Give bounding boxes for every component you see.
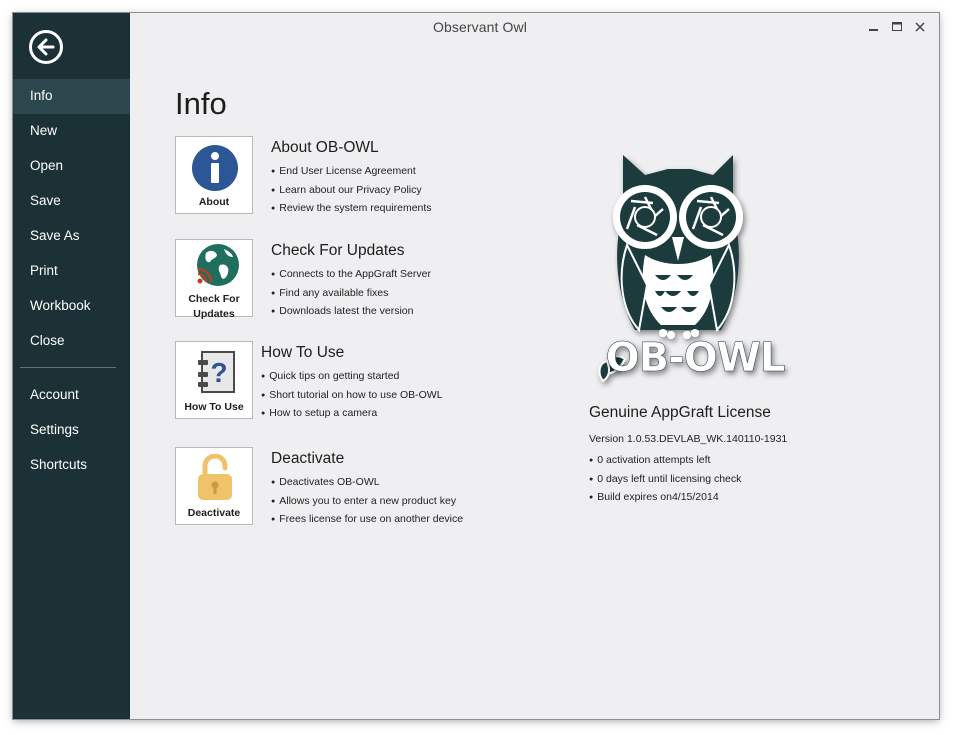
close-window-button[interactable] [908,17,931,37]
list-item: Review the system requirements [271,199,431,218]
info-icon [192,145,238,191]
sidebar-item-save[interactable]: Save [13,184,130,219]
owl-logo-text: OB-OWL [606,335,785,381]
list-item: How to setup a camera [261,404,443,423]
list-item: Deactivates OB-OWL [271,473,463,492]
how-to-use-tile-label: How To Use [184,401,244,413]
how-to-use-tile[interactable]: ? How To Use [175,341,253,419]
list-item: Downloads latest the version [271,302,431,321]
sidebar-item-print[interactable]: Print [13,254,130,289]
page-title: Info [175,86,227,121]
sidebar-item-open[interactable]: Open [13,149,130,184]
check-updates-tile[interactable]: Check For Updates [175,239,253,320]
sidebar-item-info[interactable]: Info [13,79,130,114]
owl-logo-icon: OB-OWL [598,155,786,383]
updates-section-title: Check For Updates [271,242,405,259]
list-item: Quick tips on getting started [261,367,443,386]
version-text: Version 1.0.53.DEVLAB_WK.140110-1931 [589,433,788,445]
list-item: Build expires on4/15/2014 [589,488,741,507]
check-updates-tile-label-line2: Updates [193,308,235,320]
license-bullets: 0 activation attempts left 0 days left u… [589,451,741,507]
backstage-sidebar: Info New Open Save Save As Print Workboo… [13,13,130,719]
about-section-title: About OB-OWL [271,139,379,156]
svg-text:?: ? [210,357,227,388]
list-item: Frees license for use on another device [271,510,463,529]
sidebar-item-save-as[interactable]: Save As [13,219,130,254]
sidebar-item-settings[interactable]: Settings [13,413,130,448]
list-item: 0 activation attempts left [589,451,741,470]
sidebar-item-new[interactable]: New [13,114,130,149]
list-item: Short tutorial on how to use OB-OWL [261,386,442,405]
sidebar-nav: Info New Open Save Save As Print Workboo… [13,79,130,483]
deactivate-bullets: Deactivates OB-OWL Allows you to enter a… [271,473,463,529]
help-book-icon: ? [198,351,235,393]
deactivate-tile[interactable]: Deactivate [175,447,253,525]
list-item: Connects to the AppGraft Server [271,265,431,284]
maximize-icon [891,22,902,31]
close-icon [914,22,925,32]
list-item: Learn about our Privacy Policy [271,181,432,200]
back-button[interactable] [29,30,63,64]
window-controls [862,17,931,37]
sidebar-item-shortcuts[interactable]: Shortcuts [13,448,130,483]
sidebar-item-account[interactable]: Account [13,378,130,413]
minimize-button[interactable] [862,17,885,37]
back-arrow-icon [37,38,55,56]
maximize-button[interactable] [885,17,908,37]
about-bullets: End User License Agreement Learn about o… [271,162,432,218]
app-window: Info New Open Save Save As Print Workboo… [13,13,939,719]
sidebar-item-workbook[interactable]: Workbook [13,289,130,324]
sidebar-item-close[interactable]: Close [13,324,130,359]
padlock-icon [198,454,232,500]
minimize-icon [868,29,878,31]
sidebar-divider [20,367,116,368]
deactivate-section-title: Deactivate [271,450,345,467]
license-title: Genuine AppGraft License [589,404,771,421]
window-title: Observant Owl [433,19,527,35]
globe-rss-icon [197,244,239,286]
how-to-use-section-title: How To Use [261,344,345,361]
list-item: Allows you to enter a new product key [271,492,463,511]
list-item: 0 days left until licensing check [589,470,741,489]
about-tile[interactable]: About [175,136,253,214]
list-item: End User License Agreement [271,162,432,181]
deactivate-tile-label: Deactivate [187,507,241,519]
list-item: Find any available fixes [271,284,431,303]
how-to-use-bullets: Quick tips on getting started Short tuto… [261,367,443,423]
about-tile-label: About [198,196,230,208]
updates-bullets: Connects to the AppGraft Server Find any… [271,265,431,321]
check-updates-tile-label-line1: Check For [188,293,240,305]
